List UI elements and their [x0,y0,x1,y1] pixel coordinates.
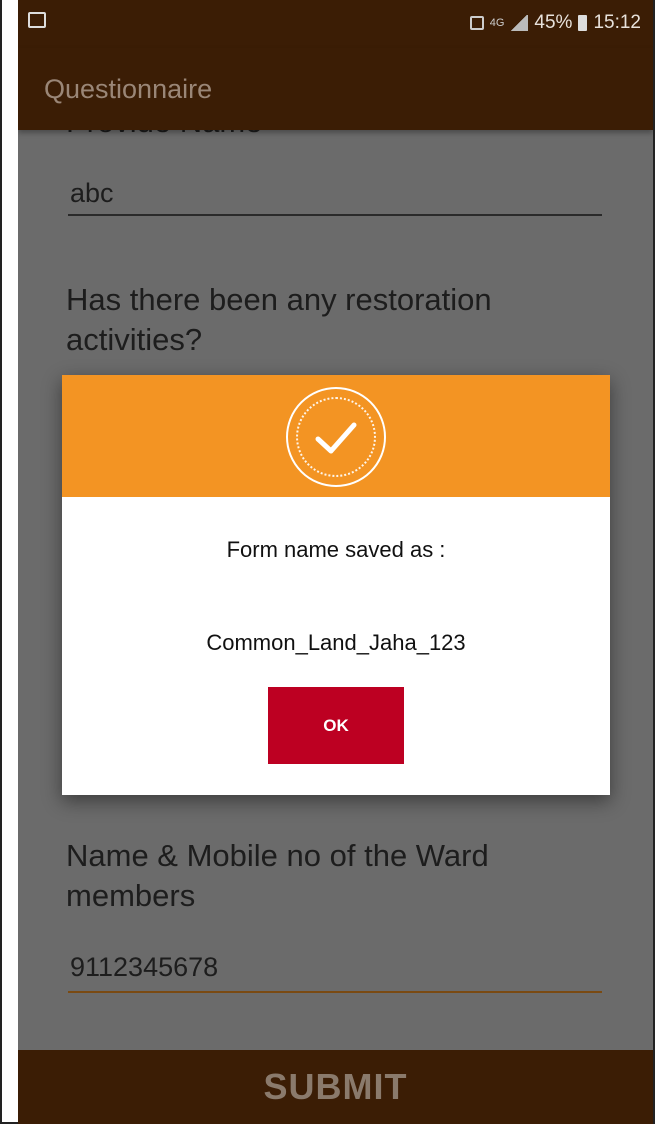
phone-screen: 4G 45% 15:12 Questionnaire Provide Name … [18,0,653,1124]
dialog-message: Form name saved as : [226,537,446,562]
save-confirmation-dialog: Form name saved as : Common_Land_Jaha_12… [62,375,610,795]
sim-icon [469,16,484,30]
restoration-question-label: Has there been any restoration activitie… [66,282,492,357]
network-type-label: 4G [489,17,505,29]
check-icon [286,387,386,487]
ward-members-question-label: Name & Mobile no of the Ward members [66,838,489,913]
ward-members-input-underline [68,991,602,993]
submit-button[interactable]: SUBMIT [18,1050,653,1124]
app-bar: Questionnaire [18,48,653,130]
signal-icon [510,15,529,31]
name-input-underline [68,214,602,216]
status-bar: 4G 45% 15:12 [18,0,653,48]
clock: 15:12 [593,12,641,33]
page-title: Questionnaire [44,74,213,104]
name-input[interactable]: abc [70,178,114,209]
battery-percent: 45% [534,12,573,33]
status-icons: 4G 45% 15:12 [469,12,641,34]
ward-members-input[interactable]: 9112345678 [70,952,218,983]
battery-icon [578,15,588,31]
gallery-notification-icon [28,12,46,28]
saved-form-name: Common_Land_Jaha_123 [206,630,466,655]
dialog-header [62,375,610,497]
ok-button[interactable]: OK [268,687,404,764]
